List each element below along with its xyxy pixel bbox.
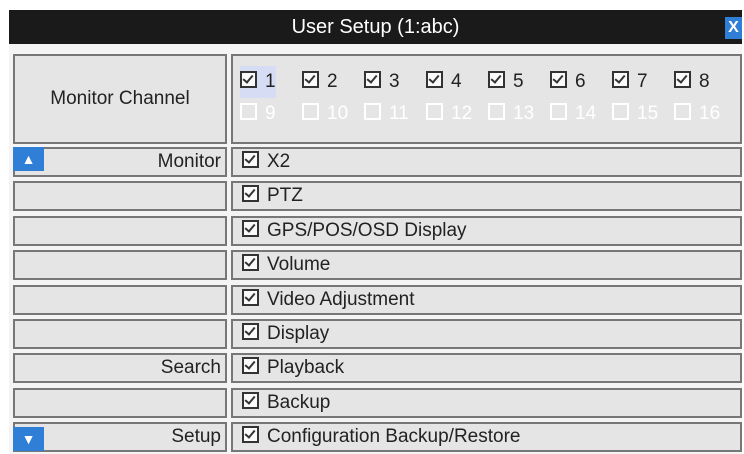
checkbox-icon	[488, 103, 505, 120]
channel-label: 12	[451, 103, 473, 124]
category-label	[13, 387, 227, 418]
permission-row[interactable]: PTZ	[231, 181, 742, 212]
category-label	[13, 215, 227, 246]
window-title: User Setup (1:abc)	[291, 16, 460, 38]
channel-12-checkbox[interactable]: 12	[426, 98, 472, 130]
checkbox-icon[interactable]	[242, 185, 259, 203]
permission-row[interactable]: Configuration Backup/Restore	[231, 422, 742, 453]
permission-row[interactable]: GPS/POS/OSD Display	[231, 215, 742, 246]
checkbox-icon	[240, 103, 257, 120]
channel-label: 11	[389, 103, 409, 124]
channel-label: 7	[637, 71, 648, 92]
category-label	[13, 284, 227, 315]
channel-label: 14	[575, 103, 597, 124]
checkbox-icon	[674, 71, 691, 88]
checkbox-icon	[302, 71, 319, 88]
permission-label: X2	[267, 151, 291, 172]
channel-10-checkbox[interactable]: 10	[302, 98, 348, 130]
permission-row[interactable]: Backup	[231, 387, 742, 418]
checkbox-icon	[612, 103, 629, 120]
scroll-up-icon[interactable]: ▲	[13, 147, 44, 171]
channel-13-checkbox[interactable]: 13	[488, 98, 534, 130]
channel-4-checkbox[interactable]: 4	[426, 66, 462, 98]
checkbox-icon	[612, 71, 629, 88]
channel-label: 13	[513, 103, 535, 124]
channel-label: 8	[699, 71, 710, 92]
checkbox-icon	[550, 103, 567, 120]
channel-15-checkbox[interactable]: 15	[612, 98, 658, 130]
permission-row[interactable]: Playback	[231, 353, 742, 384]
channel-label: 9	[265, 103, 276, 124]
monitor-channel-label: Monitor Channel	[13, 54, 227, 144]
channel-grid: 1 2 3 4 5 6 7 8 9 10 11 12 13 14 15 16	[231, 54, 742, 144]
permission-label: Backup	[267, 391, 331, 413]
permission-row[interactable]: Volume	[231, 250, 742, 281]
channel-label: 15	[637, 103, 659, 124]
channel-label: 16	[699, 103, 721, 124]
checkbox-icon[interactable]	[242, 323, 259, 340]
checkbox-icon	[488, 71, 505, 88]
channel-label: 6	[575, 71, 586, 92]
checkbox-icon	[240, 71, 257, 88]
category-label: Monitor	[13, 147, 227, 177]
permission-label: Video Adjustment	[267, 288, 415, 310]
category-label: Search	[13, 353, 227, 384]
channel-label: 4	[451, 71, 462, 92]
channel-14-checkbox[interactable]: 14	[550, 98, 596, 130]
checkbox-icon	[426, 71, 443, 88]
user-setup-panel: Monitor Channel 1 2 3 4 5 6 7 8 9 10 11 12 13 14 15 16 …	[9, 44, 742, 454]
checkbox-icon[interactable]	[242, 219, 259, 237]
category-label	[13, 181, 227, 212]
checkbox-icon[interactable]	[242, 151, 259, 168]
permission-label: Display	[267, 323, 330, 344]
checkbox-icon	[302, 103, 319, 120]
channel-16-checkbox[interactable]: 16	[674, 98, 720, 130]
checkbox-icon	[364, 71, 381, 88]
channel-8-checkbox[interactable]: 8	[674, 66, 710, 98]
channel-11-checkbox[interactable]: 11	[364, 98, 409, 130]
channel-2-checkbox[interactable]: 2	[302, 66, 338, 98]
permission-label: Playback	[267, 357, 345, 379]
close-icon[interactable]: X	[725, 17, 742, 39]
channel-7-checkbox[interactable]: 7	[612, 66, 648, 98]
checkbox-icon[interactable]	[242, 254, 259, 272]
category-label	[13, 250, 227, 281]
channel-3-checkbox[interactable]: 3	[364, 66, 400, 98]
permission-label: PTZ	[267, 185, 303, 207]
channel-5-checkbox[interactable]: 5	[488, 66, 524, 98]
permission-label: Configuration Backup/Restore	[267, 426, 521, 448]
permission-row[interactable]: Display	[231, 319, 742, 349]
channel-label: 3	[389, 71, 400, 92]
channel-label: 2	[327, 71, 338, 92]
permission-row[interactable]: Video Adjustment	[231, 284, 742, 315]
permission-label: Volume	[267, 254, 331, 276]
title-bar: User Setup (1:abc) X	[9, 10, 742, 44]
category-label	[13, 319, 227, 349]
channel-1-checkbox[interactable]: 1	[240, 66, 276, 98]
channel-6-checkbox[interactable]: 6	[550, 66, 586, 98]
channel-label: 10	[327, 103, 349, 124]
checkbox-icon[interactable]	[242, 391, 259, 409]
channel-9-checkbox[interactable]: 9	[240, 98, 276, 130]
category-label: Setup	[13, 422, 227, 453]
checkbox-icon	[364, 103, 381, 120]
checkbox-icon[interactable]	[242, 357, 259, 375]
checkbox-icon	[550, 71, 567, 88]
channel-label: 1	[265, 71, 276, 92]
checkbox-icon	[426, 103, 443, 120]
checkbox-icon	[674, 103, 691, 120]
checkbox-icon[interactable]	[242, 426, 259, 444]
scroll-down-icon[interactable]: ▼	[13, 427, 44, 451]
checkbox-icon[interactable]	[242, 288, 259, 306]
permission-row[interactable]: X2	[231, 147, 742, 177]
channel-label: 5	[513, 71, 524, 92]
permission-label: GPS/POS/OSD Display	[267, 219, 467, 241]
